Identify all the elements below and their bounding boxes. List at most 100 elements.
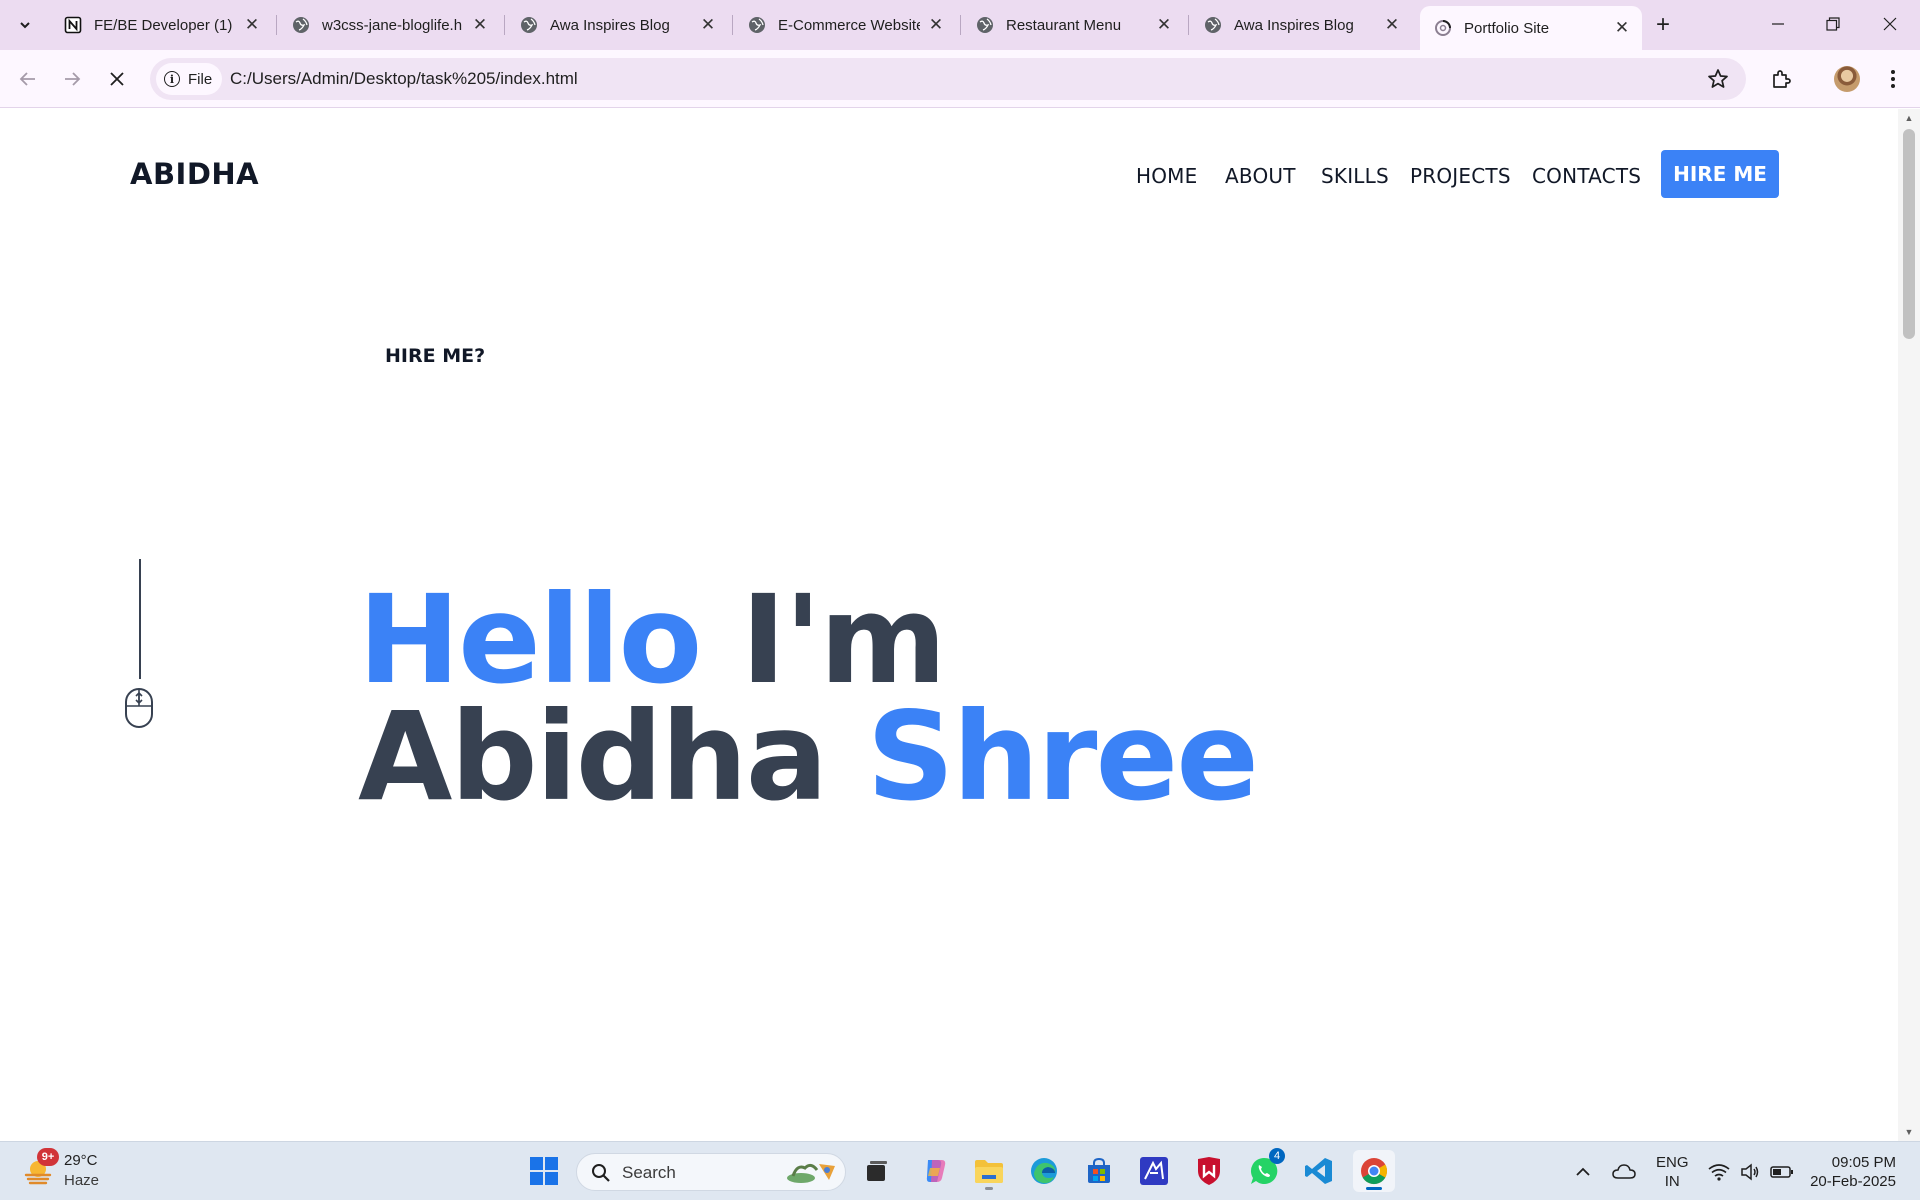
whatsapp-app[interactable]: 4 — [1243, 1148, 1285, 1192]
nav-home[interactable]: HOME — [1136, 164, 1197, 188]
search-highlight-icon — [787, 1163, 835, 1183]
close-icon — [110, 72, 124, 86]
windows-taskbar: 9+ 29°C Haze Search 4 ENG IN 09:05 PM 20… — [0, 1141, 1920, 1200]
vscode-app[interactable] — [1298, 1150, 1340, 1192]
new-tab-button[interactable]: + — [1648, 10, 1678, 40]
tab-title: Awa Inspires Blog — [1234, 16, 1354, 34]
language-indicator[interactable]: ENG IN — [1656, 1153, 1689, 1191]
forward-button[interactable] — [54, 61, 90, 97]
page-scrollbar[interactable]: ▲ ▼ — [1898, 109, 1920, 1141]
tab-title: FE/BE Developer (1) — [94, 16, 233, 34]
running-indicator — [985, 1187, 993, 1190]
tab-awa-1[interactable]: Awa Inspires Blog ✕ — [506, 8, 728, 42]
edge-app[interactable] — [1023, 1150, 1065, 1192]
info-icon: i — [164, 71, 180, 87]
mcafee-app[interactable] — [1188, 1150, 1230, 1192]
running-indicator — [1366, 1187, 1382, 1190]
tab-notion[interactable]: FE/BE Developer (1) ✕ — [50, 8, 272, 42]
tab-restaurant[interactable]: Restaurant Menu ✕ — [962, 8, 1184, 42]
tab-awa-2[interactable]: Awa Inspires Blog ✕ — [1190, 8, 1412, 42]
copilot-app[interactable] — [914, 1150, 956, 1192]
tab-ecommerce[interactable]: E-Commerce Website ✕ — [734, 8, 956, 42]
vscode-icon — [1305, 1158, 1332, 1184]
hero-first-name: Abidha — [358, 686, 828, 828]
tab-separator — [960, 15, 961, 35]
arrow-left-icon — [19, 72, 35, 86]
region-code: IN — [1664, 1173, 1680, 1190]
hero-last-name: Shree — [866, 686, 1259, 828]
tab-search-button[interactable] — [8, 10, 42, 40]
url-text[interactable]: C:/Users/Admin/Desktop/task%205/index.ht… — [230, 69, 578, 89]
loading-icon — [1434, 19, 1452, 37]
kebab-menu-icon — [1891, 70, 1895, 88]
nav-skills[interactable]: SKILLS — [1321, 164, 1389, 188]
site-logo[interactable]: ABIDHA — [130, 157, 259, 191]
menu-button[interactable] — [1878, 64, 1908, 94]
globe-icon — [976, 16, 994, 34]
globe-icon — [292, 16, 310, 34]
restore-button[interactable] — [1813, 6, 1853, 42]
tab-title: E-Commerce Website — [778, 16, 920, 34]
tab-separator — [1188, 15, 1189, 35]
notion-icon — [64, 16, 82, 34]
tab-title: Portfolio Site — [1464, 19, 1550, 37]
close-icon[interactable]: ✕ — [698, 15, 718, 35]
close-icon[interactable]: ✕ — [1382, 15, 1402, 35]
browser-toolbar: i File C:/Users/Admin/Desktop/task%205/i… — [0, 50, 1920, 108]
quick-settings[interactable] — [1708, 1142, 1794, 1201]
close-icon[interactable]: ✕ — [470, 15, 490, 35]
minimize-button[interactable] — [1758, 6, 1798, 42]
close-window-button[interactable] — [1870, 6, 1910, 42]
globe-icon — [1204, 16, 1222, 34]
close-icon[interactable]: ✕ — [1612, 18, 1632, 38]
scroll-down-arrow-icon[interactable]: ▼ — [1904, 1127, 1914, 1137]
powerautomate-app[interactable] — [1133, 1150, 1175, 1192]
hire-me-question: HIRE ME? — [385, 345, 486, 367]
chevron-up-icon — [1576, 1167, 1590, 1176]
close-icon[interactable]: ✕ — [1154, 15, 1174, 35]
ms-store-app[interactable] — [1078, 1150, 1120, 1192]
site-info-chip[interactable]: i File — [156, 63, 223, 95]
nav-about[interactable]: ABOUT — [1225, 164, 1296, 188]
nav-projects[interactable]: PROJECTS — [1410, 164, 1511, 188]
tab-separator — [504, 15, 505, 35]
address-bar[interactable]: i File C:/Users/Admin/Desktop/task%205/i… — [150, 58, 1746, 100]
taskbar-search[interactable]: Search — [576, 1153, 846, 1191]
tab-title: Restaurant Menu — [1006, 16, 1122, 34]
tray-overflow-button[interactable] — [1574, 1142, 1592, 1201]
folder-icon — [975, 1160, 1003, 1183]
tab-separator — [276, 15, 277, 35]
close-icon[interactable]: ✕ — [926, 15, 946, 35]
scroll-up-arrow-icon[interactable]: ▲ — [1904, 113, 1914, 123]
onedrive-tray[interactable] — [1612, 1142, 1636, 1201]
page-viewport: ABIDHA HOME ABOUT SKILLS PROJECTS CONTAC… — [0, 109, 1898, 1141]
chevron-down-icon — [20, 22, 30, 29]
system-clock[interactable]: 09:05 PM 20-Feb-2025 — [1810, 1153, 1896, 1191]
tab-portfolio[interactable]: Portfolio Site ✕ — [1420, 6, 1642, 50]
nav-contacts[interactable]: CONTACTS — [1532, 164, 1641, 188]
back-button[interactable] — [10, 61, 46, 97]
file-explorer-app[interactable] — [968, 1150, 1010, 1192]
start-button[interactable] — [523, 1150, 565, 1192]
chrome-app[interactable] — [1353, 1150, 1395, 1192]
store-icon — [1088, 1157, 1110, 1183]
task-view-button[interactable] — [856, 1150, 898, 1192]
search-icon — [592, 1164, 610, 1182]
weather-temperature: 29°C — [64, 1152, 98, 1169]
battery-icon — [1770, 1165, 1793, 1178]
tab-w3css[interactable]: w3css-jane-bloglife.h ✕ — [278, 8, 500, 42]
edge-icon — [1031, 1158, 1057, 1184]
scrollbar-thumb[interactable] — [1903, 129, 1915, 339]
hire-me-button[interactable]: HIRE ME — [1661, 150, 1779, 198]
extensions-button[interactable] — [1766, 64, 1796, 94]
cloud-icon — [1612, 1163, 1636, 1179]
close-icon[interactable]: ✕ — [242, 15, 262, 35]
tab-title: Awa Inspires Blog — [550, 16, 670, 34]
globe-icon — [748, 16, 766, 34]
bookmark-star-icon[interactable] — [1706, 67, 1730, 91]
shield-icon — [1198, 1157, 1220, 1185]
profile-avatar[interactable] — [1834, 66, 1860, 92]
chrome-icon — [1361, 1158, 1388, 1185]
stop-loading-button[interactable] — [99, 61, 135, 97]
weather-alert-badge: 9+ — [37, 1148, 59, 1166]
